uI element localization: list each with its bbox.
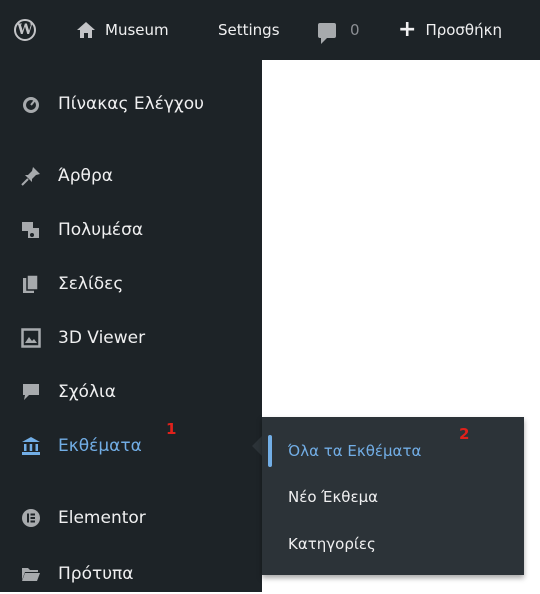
pin-icon <box>20 165 42 187</box>
settings-link[interactable]: Settings <box>218 0 280 60</box>
image-icon <box>20 327 42 349</box>
current-menu-arrow <box>252 436 262 456</box>
exhibits-submenu: Όλα τα Εκθέματα 2 Νέο Έκθεμα Κατηγορίες <box>262 417 524 575</box>
media-icon <box>20 219 42 241</box>
submenu-item-categories[interactable]: Κατηγορίες <box>262 524 524 564</box>
admin-sidebar: Πίνακας Ελέγχου Άρθρα Πολυμέσα Σελίδες 3… <box>0 60 262 592</box>
menu-item-pages[interactable]: Σελίδες <box>0 264 262 304</box>
submenu-item-all-exhibits[interactable]: Όλα τα Εκθέματα 2 <box>262 425 524 471</box>
menu-item-label: Πίνακας Ελέγχου <box>58 94 204 114</box>
wordpress-logo-button[interactable]: W <box>14 0 36 60</box>
menu-item-media[interactable]: Πολυμέσα <box>0 210 262 250</box>
site-name-link[interactable]: Museum <box>76 0 169 60</box>
comments-count: 0 <box>350 21 360 39</box>
menu-item-elementor[interactable]: Elementor <box>0 498 262 538</box>
submenu-item-label: Νέο Έκθεμα <box>288 488 379 506</box>
menu-item-label: Πολυμέσα <box>58 220 144 240</box>
submenu-item-label: Όλα τα Εκθέματα <box>288 442 422 460</box>
comments-link[interactable]: 0 <box>318 0 360 60</box>
folder-icon <box>20 563 42 585</box>
settings-label: Settings <box>218 21 280 39</box>
menu-item-label: Σελίδες <box>58 274 124 294</box>
menu-item-label: Άρθρα <box>58 166 113 186</box>
dashboard-icon <box>20 93 42 115</box>
menu-item-templates[interactable]: Πρότυπα <box>0 554 262 594</box>
admin-bar: W Museum Settings 0 + Προσθήκη <box>0 0 540 60</box>
menu-item-comments[interactable]: Σχόλια <box>0 372 262 412</box>
submenu-item-label: Κατηγορίες <box>288 535 376 553</box>
submenu-item-new-exhibit[interactable]: Νέο Έκθεμα <box>262 477 524 517</box>
comment-icon <box>318 22 336 44</box>
comment-icon <box>20 381 42 403</box>
menu-item-label: Εκθέματα <box>58 436 142 456</box>
site-name-label: Museum <box>105 21 169 39</box>
new-content-label: Προσθήκη <box>425 21 502 39</box>
menu-item-3d-viewer[interactable]: 3D Viewer <box>0 318 262 358</box>
menu-item-label: Πρότυπα <box>58 564 134 584</box>
menu-item-label: Σχόλια <box>58 382 116 402</box>
menu-item-dashboard[interactable]: Πίνακας Ελέγχου <box>0 84 262 124</box>
annotation-number-2: 2 <box>459 425 470 443</box>
new-content-button[interactable]: + Προσθήκη <box>398 0 502 60</box>
menu-item-posts[interactable]: Άρθρα <box>0 156 262 196</box>
active-indicator <box>268 435 272 467</box>
wordpress-logo-icon: W <box>14 19 36 41</box>
home-icon <box>77 22 95 38</box>
elementor-icon <box>20 507 42 529</box>
pages-icon <box>20 273 42 295</box>
menu-item-label: 3D Viewer <box>58 328 146 348</box>
menu-item-label: Elementor <box>58 508 146 528</box>
annotation-number-1: 1 <box>166 420 177 438</box>
museum-icon <box>20 435 42 457</box>
plus-icon: + <box>398 17 417 42</box>
menu-item-exhibits[interactable]: Εκθέματα 1 <box>0 420 262 466</box>
